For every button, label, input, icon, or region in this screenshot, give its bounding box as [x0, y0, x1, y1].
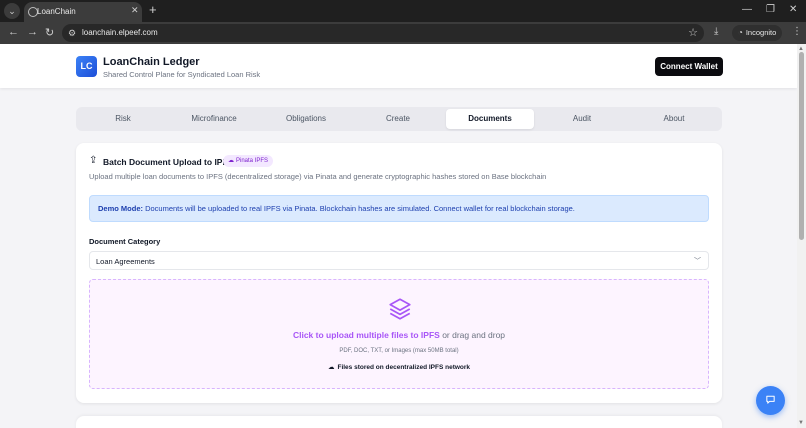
minimize-icon[interactable]: —	[742, 4, 752, 15]
scroll-down-icon[interactable]: ▼	[798, 420, 804, 426]
incognito-label: Incognito	[745, 28, 777, 37]
app-logo: LC	[76, 56, 97, 77]
category-select[interactable]: Loan Agreements ﹀	[89, 251, 709, 270]
demo-mode-label: Demo Mode:	[98, 204, 143, 213]
main-tabs: Risk Microfinance Obligations Create Doc…	[76, 107, 722, 131]
tab-risk[interactable]: Risk	[79, 109, 167, 129]
upload-prompt: Click to upload multiple files to IPFS o…	[90, 330, 708, 340]
ipfs-badge: ☁ Pinata IPFS	[223, 155, 274, 167]
storage-note-text: Files stored on decentralized IPFS netwo…	[337, 364, 471, 371]
app-header: LC LoanChain Ledger Shared Control Plane…	[0, 44, 797, 88]
cloud-icon: ☁	[327, 364, 335, 371]
scroll-thumb[interactable]	[799, 52, 804, 240]
upload-card: ⇪ Batch Document Upload to IPFS ☁ Pinata …	[76, 143, 722, 403]
upload-icon: ⇪	[89, 155, 98, 166]
badge-label: Pinata IPFS	[236, 158, 269, 164]
category-value: Loan Agreements	[96, 257, 155, 266]
storage-note: ☁ Files stored on decentralized IPFS netw…	[90, 363, 708, 371]
tab-about[interactable]: About	[630, 109, 718, 129]
tab-search-icon[interactable]: ⌄	[4, 3, 20, 19]
chevron-down-icon: ﹀	[694, 258, 701, 265]
reload-icon[interactable]: ↻	[45, 26, 54, 39]
page-scrollbar[interactable]: ▲ ▼	[797, 44, 806, 428]
tab-obligations[interactable]: Obligations	[262, 109, 350, 129]
upload-link[interactable]: Click to upload multiple files to IPFS	[293, 330, 440, 340]
incognito-icon: ◔	[738, 28, 743, 37]
site-settings-icon[interactable]: ⚙	[68, 28, 76, 39]
restore-icon[interactable]: ❐	[766, 4, 775, 15]
browser-tab[interactable]: LoanChain ✕	[24, 2, 142, 22]
app-title: LoanChain Ledger	[103, 56, 200, 68]
chat-icon	[766, 395, 775, 404]
tab-create[interactable]: Create	[354, 109, 442, 129]
demo-mode-text: Demo Mode: Documents will be uploaded to…	[98, 204, 575, 213]
back-icon[interactable]: ←	[8, 26, 19, 38]
browser-tab-title: LoanChain	[37, 7, 76, 16]
chat-button[interactable]	[756, 386, 785, 415]
tab-documents[interactable]: Documents	[446, 109, 534, 129]
demo-mode-body: Documents will be uploaded to real IPFS …	[143, 204, 575, 213]
download-icon[interactable]: ⤓	[714, 26, 718, 37]
demo-mode-alert: Demo Mode: Documents will be uploaded to…	[89, 195, 709, 222]
browser-menu-icon[interactable]: ⋮	[792, 26, 802, 37]
upload-formats: PDF, DOC, TXT, or Images (max 50MB total…	[339, 348, 459, 354]
category-label: Document Category	[89, 237, 161, 246]
forward-icon[interactable]: →	[27, 26, 38, 38]
layers-icon	[389, 298, 411, 320]
card-description: Upload multiple loan documents to IPFS (…	[89, 172, 547, 181]
upload-rest: or drag and drop	[439, 330, 506, 340]
bookmark-star-icon[interactable]: ☆	[688, 26, 698, 39]
tab-audit[interactable]: Audit	[538, 109, 626, 129]
next-card	[76, 416, 722, 428]
connect-wallet-button[interactable]: Connect Wallet	[655, 57, 723, 76]
app-subtitle: Shared Control Plane for Syndicated Loan…	[103, 70, 261, 79]
incognito-indicator[interactable]: ◔ Incognito	[732, 25, 783, 41]
tab-microfinance[interactable]: Microfinance	[170, 109, 258, 129]
browser-tab-bar: ⌄ LoanChain ✕ + — ❐ ✕	[0, 0, 806, 22]
window-close-icon[interactable]: ✕	[789, 4, 797, 15]
browser-toolbar: ← → ↻ ⚙ loanchain.elpeef.com ☆ ⤓ ◔ Incogn…	[0, 22, 806, 44]
address-bar[interactable]: ⚙ loanchain.elpeef.com ☆	[62, 24, 704, 42]
page-viewport: LC LoanChain Ledger Shared Control Plane…	[0, 44, 806, 428]
cloud-icon: ☁	[228, 158, 234, 164]
card-title: Batch Document Upload to IPFS	[103, 157, 234, 167]
new-tab-icon[interactable]: +	[149, 2, 157, 17]
url-text: loanchain.elpeef.com	[82, 28, 158, 37]
file-dropzone[interactable]: Click to upload multiple files to IPFS o…	[89, 279, 709, 389]
close-icon[interactable]: ✕	[131, 5, 139, 16]
